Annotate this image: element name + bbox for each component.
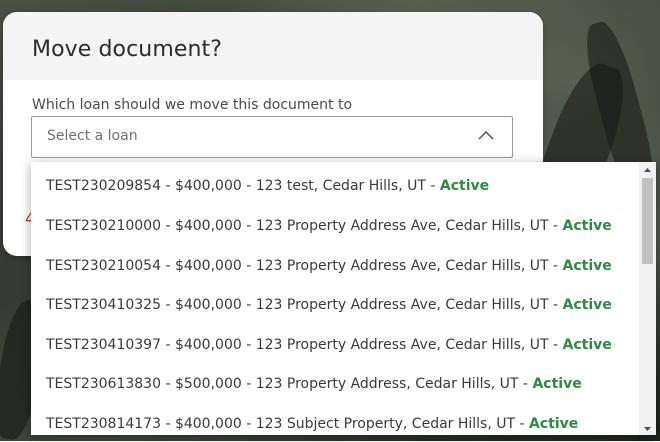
loan-option-text: TEST230410397 - $400,000 - 123 Property … <box>46 337 563 353</box>
scrollbar-thumb[interactable] <box>642 178 653 264</box>
loan-option-text: TEST230210000 - $400,000 - 123 Property … <box>46 218 563 234</box>
loan-option-text: TEST230814173 - $400,000 - 123 Subject P… <box>46 416 530 432</box>
loan-option-text: TEST230613830 - $500,000 - 123 Property … <box>46 376 533 392</box>
loan-option[interactable]: TEST230410397 - $400,000 - 123 Property … <box>46 333 612 357</box>
loan-status-badge: Active <box>562 297 612 313</box>
loan-select-label: Which loan should we move this document … <box>32 97 353 113</box>
loan-status-badge: Active <box>529 416 579 432</box>
loan-option[interactable]: TEST230209854 - $400,000 - 123 test, Ced… <box>46 174 489 198</box>
loan-option[interactable]: TEST230210054 - $400,000 - 123 Property … <box>46 254 612 278</box>
loan-option-text: TEST230209854 - $400,000 - 123 test, Ced… <box>46 178 440 194</box>
loan-select[interactable]: Select a loan <box>31 116 513 158</box>
loan-option-text: TEST230410325 - $400,000 - 123 Property … <box>46 297 563 313</box>
scroll-up-arrow-icon[interactable] <box>639 162 656 176</box>
dropdown-scrollbar[interactable] <box>639 162 656 435</box>
scroll-down-arrow-icon[interactable] <box>639 421 656 435</box>
loan-option[interactable]: TEST230814173 - $400,000 - 123 Subject P… <box>46 412 578 435</box>
loan-option[interactable]: TEST230410325 - $400,000 - 123 Property … <box>46 293 612 317</box>
dialog-header: Move document? <box>3 12 543 80</box>
loan-option[interactable]: TEST230210000 - $400,000 - 123 Property … <box>46 214 612 238</box>
chevron-up-icon[interactable] <box>477 127 495 145</box>
loan-option-text: TEST230210054 - $400,000 - 123 Property … <box>46 258 563 274</box>
loan-status-badge: Active <box>532 376 582 392</box>
loan-status-badge: Active <box>562 337 612 353</box>
loan-status-badge: Active <box>562 258 612 274</box>
loan-option[interactable]: TEST230613830 - $500,000 - 123 Property … <box>46 372 582 396</box>
loan-select-placeholder: Select a loan <box>47 128 138 144</box>
loan-status-badge: Active <box>562 218 612 234</box>
dialog-title: Move document? <box>32 37 223 62</box>
loan-status-badge: Active <box>439 178 490 194</box>
loan-options-dropdown[interactable]: TEST230209854 - $400,000 - 123 test, Ced… <box>31 162 656 435</box>
